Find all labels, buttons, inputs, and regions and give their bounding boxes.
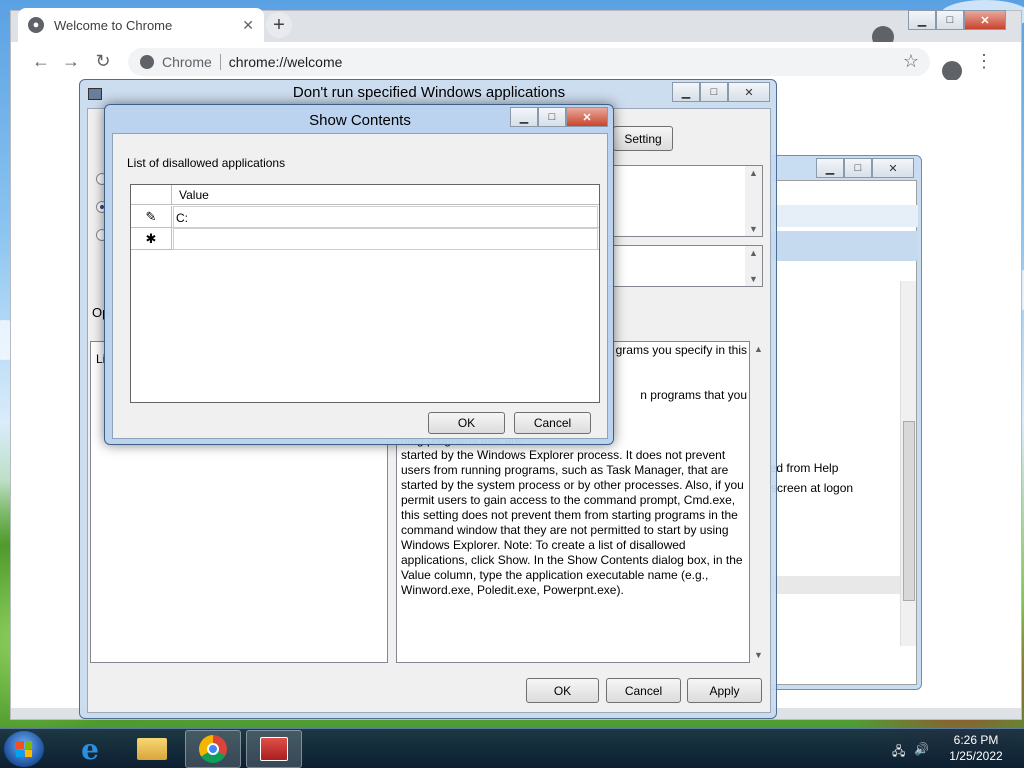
site-info-icon[interactable] <box>140 55 154 69</box>
close-button[interactable]: ✕ <box>872 158 914 178</box>
maximize-button[interactable]: □ <box>538 107 566 127</box>
edit-pencil-icon: ✎ <box>131 206 172 228</box>
help-text-line: permit users to gain access to the comma… <box>401 493 736 507</box>
toolbox-icon <box>260 737 288 761</box>
chrome-icon <box>199 735 227 763</box>
scheme-label: Chrome <box>162 54 221 70</box>
scroll-up-icon[interactable]: ▲ <box>745 168 762 178</box>
grid-row[interactable]: ✱ <box>131 228 599 250</box>
value-column-header[interactable]: Value <box>179 188 209 202</box>
scroll-up-icon[interactable]: ▲ <box>750 344 767 354</box>
back-button[interactable]: ← <box>30 50 52 72</box>
tab-close-icon[interactable]: ✕ <box>242 17 254 34</box>
ok-button[interactable]: OK <box>428 412 505 434</box>
maximize-button[interactable]: □ <box>844 158 872 178</box>
help-text-line: users from running programs, such as Tas… <box>401 463 729 477</box>
background-window-controls: ▁ □ ✕ <box>816 158 914 178</box>
clock-time: 6:26 PM <box>953 733 999 747</box>
cancel-button[interactable]: Cancel <box>514 412 591 434</box>
supported-scrollbar[interactable]: ▲ ▼ <box>745 246 762 286</box>
cancel-button[interactable]: Cancel <box>606 678 681 703</box>
help-text-line: this setting does not prevent them from … <box>401 508 738 522</box>
maximize-button[interactable]: □ <box>700 82 728 102</box>
scroll-up-icon[interactable]: ▲ <box>745 248 762 258</box>
minimize-button[interactable]: ▁ <box>510 107 538 127</box>
values-grid: Value ✎ C: ✱ <box>130 184 600 403</box>
ok-button[interactable]: OK <box>526 678 599 703</box>
reload-button[interactable]: ↻ <box>92 50 114 72</box>
vertical-scrollbar[interactable] <box>900 281 916 646</box>
taskbar-file-explorer[interactable] <box>124 730 180 768</box>
supported-on-box: ▲ ▼ <box>593 245 763 287</box>
next-setting-button[interactable]: Setting <box>613 126 673 151</box>
minimize-button[interactable]: ▁ <box>908 10 936 30</box>
help-text-line: Windows Explorer. Note: To create a list… <box>401 538 686 552</box>
grid-row[interactable]: ✎ C: <box>131 206 599 228</box>
forward-button[interactable]: → <box>60 50 82 72</box>
close-button[interactable]: ✕ <box>728 82 770 102</box>
value-cell[interactable]: C: <box>173 206 598 228</box>
system-clock[interactable]: 6:26 PM 1/25/2022 <box>936 732 1016 764</box>
network-icon[interactable]: 🖧 <box>892 742 905 763</box>
globe-icon: ● <box>28 17 44 33</box>
taskbar-group-policy[interactable] <box>246 730 302 768</box>
new-row-asterisk-icon: ✱ <box>131 228 172 250</box>
new-tab-button[interactable]: + <box>266 12 292 38</box>
scroll-down-icon[interactable]: ▼ <box>750 650 767 660</box>
maximize-button[interactable]: □ <box>936 10 964 30</box>
comment-scrollbar[interactable]: ▲ ▼ <box>745 166 762 236</box>
minimize-button[interactable]: ▁ <box>672 82 700 102</box>
start-button[interactable] <box>4 731 44 767</box>
close-button[interactable]: ✕ <box>566 107 608 127</box>
help-text-line: Winword.exe, Poledit.exe, Powerpnt.exe). <box>401 583 624 597</box>
close-button[interactable]: ✕ <box>964 10 1006 30</box>
policy-window-controls: ▁ □ ✕ <box>672 82 770 102</box>
help-scrollbar[interactable]: ▲ ▼ <box>750 342 767 662</box>
volume-icon[interactable]: 🔊 <box>914 742 929 756</box>
tab-title: Welcome to Chrome <box>54 17 173 33</box>
bookmark-star-icon[interactable]: ☆ <box>900 50 922 72</box>
show-contents-dialog: Show Contents ▁ □ ✕ List of disallowed a… <box>104 104 614 445</box>
scroll-down-icon[interactable]: ▼ <box>745 274 762 284</box>
url-text: chrome://welcome <box>228 54 343 70</box>
menu-icon[interactable]: ⋮ <box>973 50 995 72</box>
profile-avatar[interactable] <box>942 61 962 81</box>
grid-header: Value <box>131 185 599 205</box>
row-selector-header[interactable] <box>131 185 172 205</box>
apply-button[interactable]: Apply <box>687 678 762 703</box>
help-text-line: started by the system process or by othe… <box>401 478 744 492</box>
folder-icon <box>137 738 167 760</box>
chrome-window-controls: ▁ □ ✕ <box>908 10 1006 30</box>
help-text-line: applications, click Show. In the Show Co… <box>401 553 743 567</box>
internet-explorer-icon: e <box>81 732 99 766</box>
windows-logo-icon <box>16 741 32 757</box>
background-text: screen at logon <box>771 481 854 495</box>
scrollbar-thumb[interactable] <box>903 421 915 601</box>
scroll-down-icon[interactable]: ▼ <box>745 224 762 234</box>
help-text-line: command window that they are not permitt… <box>401 523 729 537</box>
comment-box[interactable]: ▲ ▼ <box>593 165 763 237</box>
clock-date: 1/25/2022 <box>949 749 1003 763</box>
show-contents-window-controls: ▁ □ ✕ <box>510 107 608 127</box>
address-bar[interactable]: Chrome chrome://welcome <box>128 48 930 76</box>
taskbar-internet-explorer[interactable]: e <box>62 730 118 768</box>
help-text-line: started by the Windows Explorer process.… <box>401 448 726 462</box>
show-contents-body: List of disallowed applications Value ✎ … <box>112 133 608 439</box>
list-label: List of disallowed applications <box>127 156 286 170</box>
value-cell[interactable] <box>173 228 598 250</box>
tab-welcome[interactable]: ● Welcome to Chrome ✕ <box>18 8 264 42</box>
taskbar-chrome[interactable] <box>185 730 241 768</box>
minimize-button[interactable]: ▁ <box>816 158 844 178</box>
help-text-line: Value column, type the application execu… <box>401 568 709 582</box>
